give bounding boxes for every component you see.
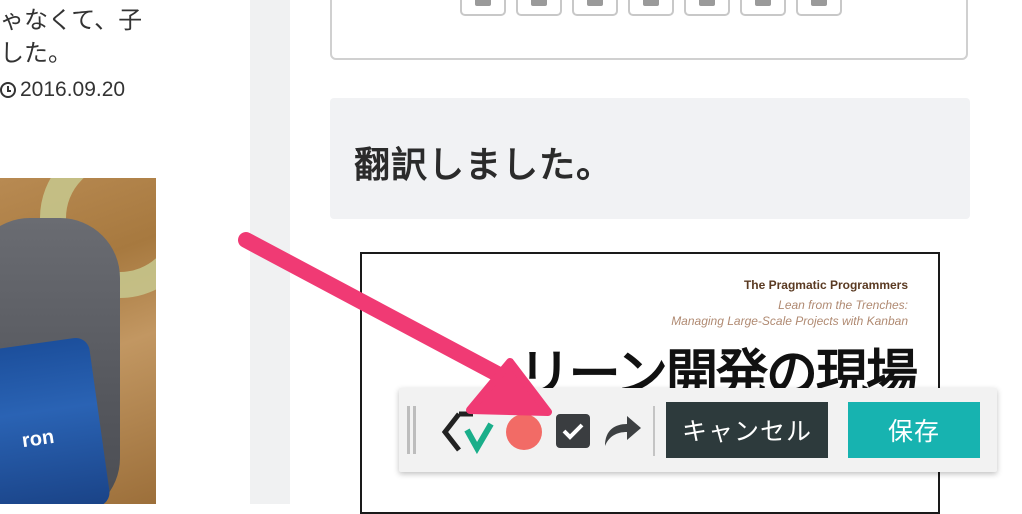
article-excerpt: ゃなくて、子 した。 bbox=[0, 4, 250, 70]
book-publisher: The Pragmatic Programmers bbox=[743, 278, 908, 292]
book-subtitle-1: Lean from the Trenches: bbox=[778, 298, 908, 312]
clock-icon bbox=[0, 82, 16, 98]
excerpt-line-2: した。 bbox=[0, 40, 72, 67]
capture-toolbar: キャンセル 保存 bbox=[399, 388, 997, 472]
cancel-button[interactable]: キャンセル bbox=[666, 402, 828, 458]
book-subtitle-2: Managing Large-Scale Projects with Kanba… bbox=[671, 314, 908, 328]
post-date-text: 2016.09.20 bbox=[20, 78, 126, 101]
column-gap bbox=[250, 0, 290, 504]
section-heading: 翻訳しました。 bbox=[354, 144, 614, 185]
book-cover-image[interactable]: The Pragmatic Programmers Lean from the … bbox=[360, 252, 940, 514]
left-column: ゃなくて、子 した。 2016.09.20 ron bbox=[0, 0, 250, 504]
check-icon[interactable] bbox=[556, 414, 590, 448]
share-hatena-icon[interactable] bbox=[628, 0, 674, 16]
share-line-icon[interactable] bbox=[740, 0, 786, 16]
share-twitter-icon[interactable] bbox=[516, 0, 562, 16]
share-box bbox=[330, 0, 968, 60]
redo-icon[interactable] bbox=[601, 412, 645, 450]
share-facebook-icon[interactable] bbox=[460, 0, 506, 16]
share-pocket-icon[interactable] bbox=[684, 0, 730, 16]
post-date: 2016.09.20 bbox=[0, 78, 125, 102]
section-heading-box: 翻訳しました。 bbox=[330, 98, 970, 219]
record-icon[interactable] bbox=[506, 414, 542, 450]
save-button[interactable]: 保存 bbox=[848, 402, 980, 458]
logo-icon bbox=[441, 411, 494, 454]
drag-handle-icon[interactable] bbox=[407, 406, 417, 454]
toolbar-divider bbox=[653, 406, 655, 456]
excerpt-line-1: ゃなくて、子 bbox=[0, 7, 143, 34]
share-plus-icon[interactable] bbox=[572, 0, 618, 16]
article-photo[interactable]: ron bbox=[0, 178, 156, 504]
share-rss-icon[interactable] bbox=[796, 0, 842, 16]
photo-caption: ron bbox=[20, 425, 56, 453]
